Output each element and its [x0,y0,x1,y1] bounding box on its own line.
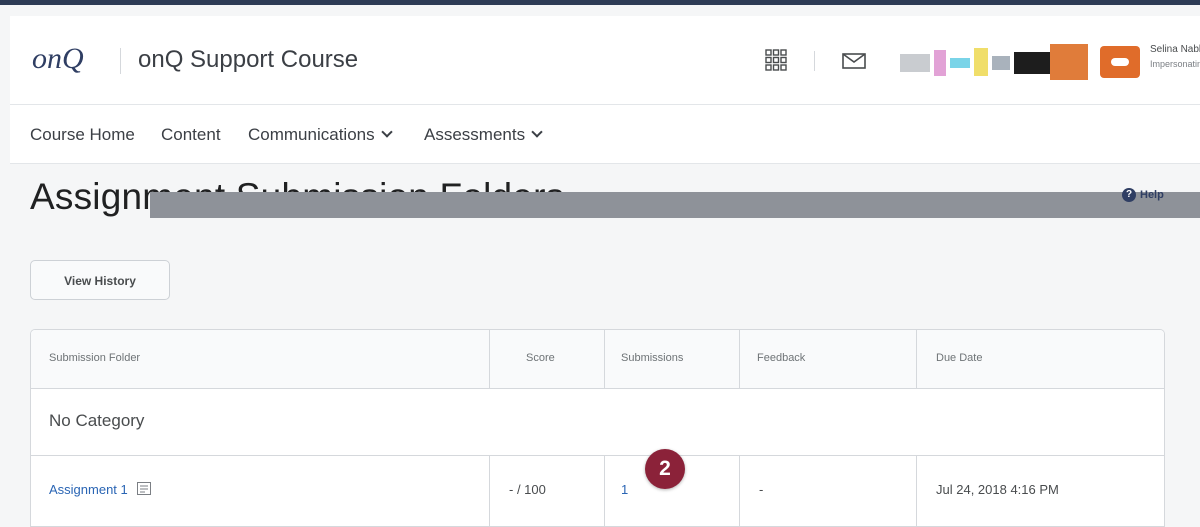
due-date-cell: Jul 24, 2018 4:16 PM [936,482,1059,497]
score-cell: - / 100 [509,482,546,497]
title-overlay-bar [150,192,1200,218]
table-header: Submission Folder Score Submissions Feed… [31,330,1164,389]
apps-grid-icon[interactable] [765,49,787,71]
header-submissions[interactable]: Submissions [621,352,683,364]
assignment-name: Assignment 1 [49,482,128,497]
minibar: onQ onQ Support Course Selina Nabbs Impe… [10,16,1200,105]
header-feedback[interactable]: Feedback [757,352,805,364]
category-label: No Category [49,411,145,430]
rubric-icon [137,482,152,495]
nav-course-home-label: Course Home [30,125,135,144]
submissions-link[interactable]: 1 [621,482,628,497]
feedback-cell: - [759,482,764,497]
submission-folders-table: Submission Folder Score Submissions Feed… [30,329,1165,527]
onq-logo[interactable]: onQ [32,42,84,76]
nav-assessments-label: Assessments [424,125,526,144]
notification-icons-garbled [900,44,1088,80]
help-icon: ? [1122,188,1136,202]
header-due-date[interactable]: Due Date [936,352,982,364]
user-name[interactable]: Selina Nabbs [1150,44,1200,55]
help-label: Help [1140,188,1164,201]
user-avatar[interactable] [1100,46,1140,78]
header-submission-folder[interactable]: Submission Folder [49,352,140,364]
navbar: Course Home Content Communications Asses… [10,105,1200,164]
nav-communications[interactable]: Communications [248,125,393,145]
nav-communications-label: Communications [248,125,375,144]
assignment-link[interactable]: Assignment 1 [49,482,152,497]
nav-assessments[interactable]: Assessments [424,125,543,145]
category-row: No Category [31,389,1164,456]
course-title[interactable]: onQ Support Course [138,46,358,74]
nav-content[interactable]: Content [161,125,221,145]
nav-content-label: Content [161,125,221,144]
icon-divider [814,51,815,71]
header-score[interactable]: Score [526,352,555,364]
chevron-down-icon [380,126,393,138]
header-divider [120,48,121,74]
chevron-down-icon [531,126,543,138]
user-role: Impersonating [1150,59,1200,69]
step-callout-badge: 2 [645,449,685,489]
top-accent-bar [0,0,1200,5]
view-history-button[interactable]: View History [30,260,170,300]
message-icon[interactable] [842,53,866,69]
help-link[interactable]: ? Help [1122,188,1164,202]
nav-course-home[interactable]: Course Home [30,125,135,145]
